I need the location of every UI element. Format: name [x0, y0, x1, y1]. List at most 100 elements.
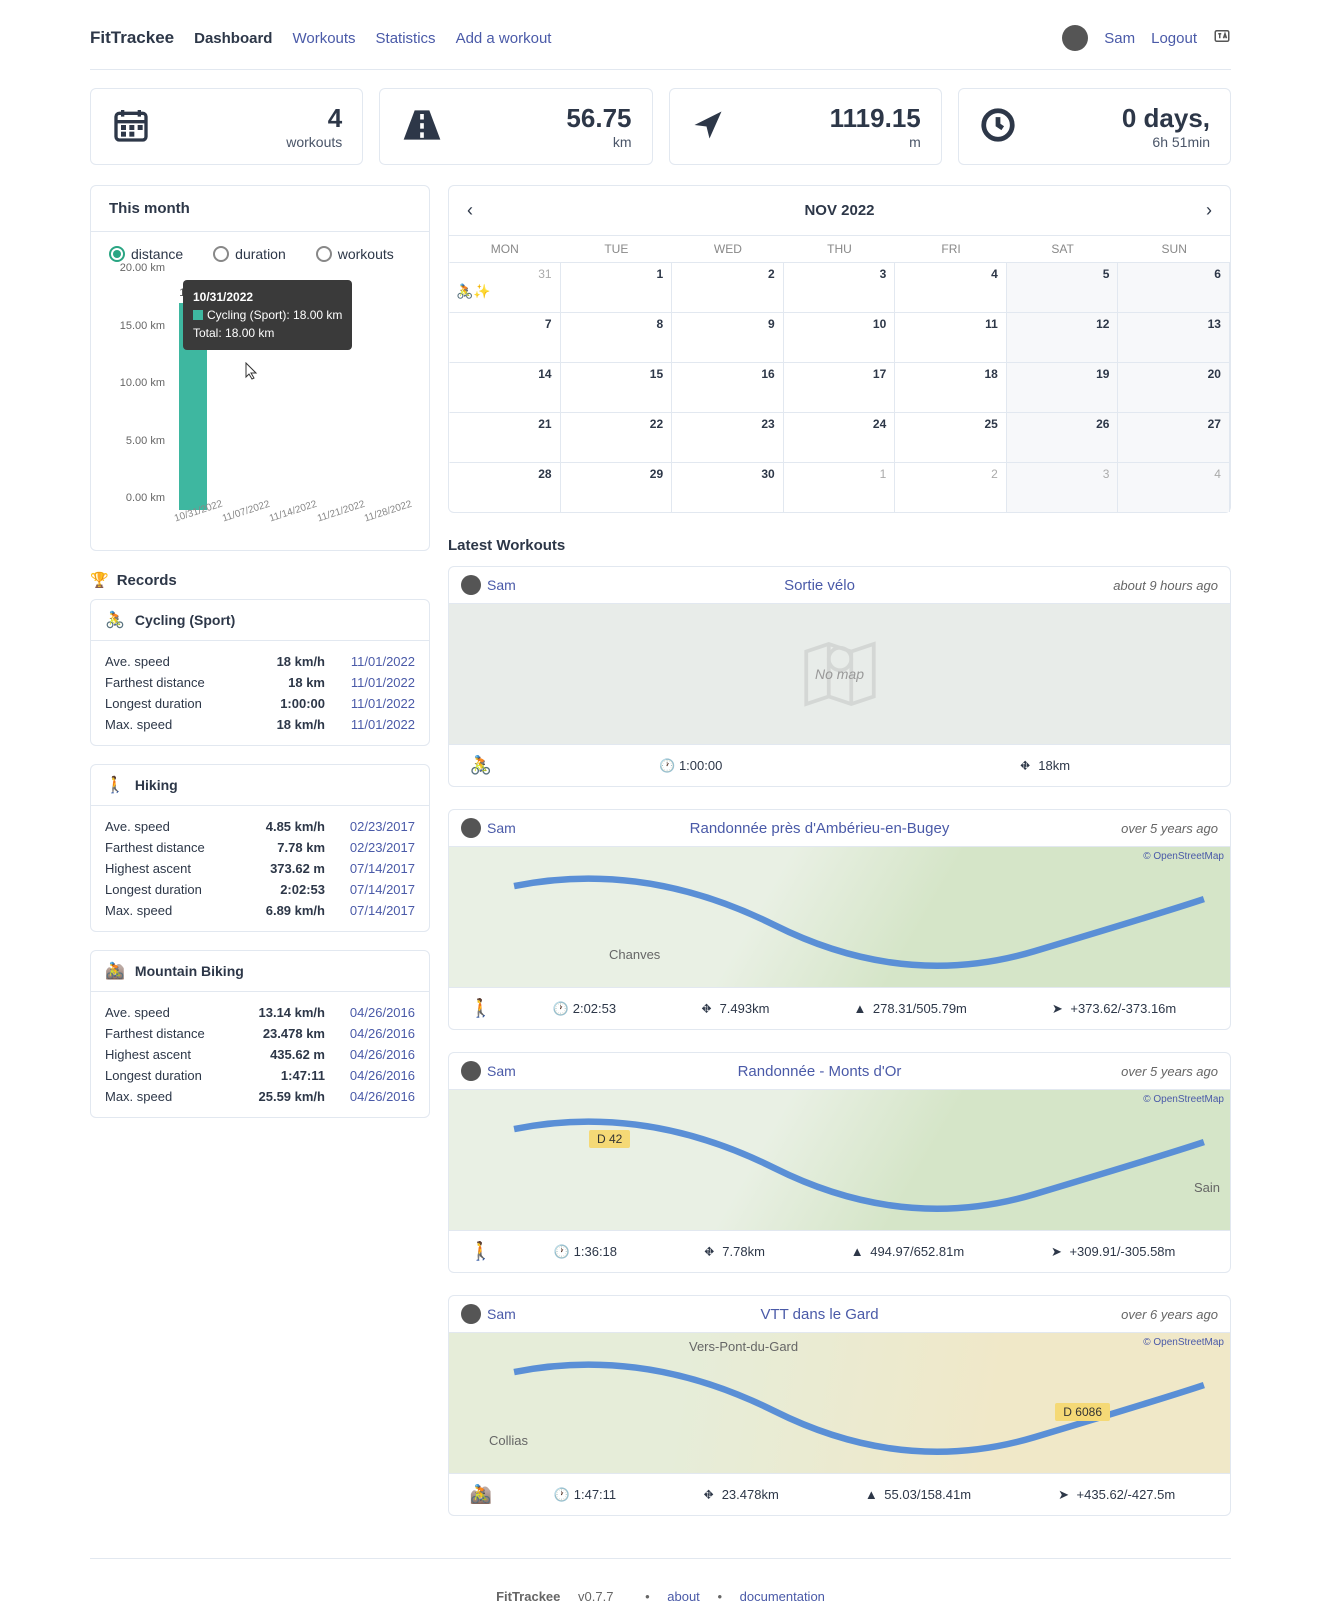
cal-day[interactable]: 18	[895, 362, 1007, 412]
cal-day[interactable]: 6	[1118, 262, 1230, 312]
cal-day[interactable]: 7	[449, 312, 561, 362]
workout-map: No map	[449, 604, 1230, 744]
osm-credit[interactable]: © OpenStreetMap	[1143, 1337, 1224, 1348]
footer-about[interactable]: about	[667, 1589, 700, 1604]
cal-day[interactable]: 1	[784, 462, 896, 512]
clock-icon	[979, 106, 1017, 147]
cal-prev-button[interactable]: ‹	[467, 200, 473, 221]
footer: FitTrackee v0.7.7 • about • documentatio…	[90, 1558, 1231, 1624]
record-date[interactable]: 11/01/2022	[325, 675, 415, 690]
cal-day[interactable]: 13	[1118, 312, 1230, 362]
nav-dashboard[interactable]: Dashboard	[194, 30, 272, 47]
cal-day[interactable]: 25	[895, 412, 1007, 462]
workout-stat: ▲494.97/652.81m	[850, 1244, 964, 1260]
cal-day[interactable]: 15	[561, 362, 673, 412]
avatar	[461, 575, 481, 595]
workout-card[interactable]: Sam Sortie vélo about 9 hours ago No map…	[448, 566, 1231, 787]
cal-day[interactable]: 4	[895, 262, 1007, 312]
record-row: Longest duration1:00:0011/01/2022	[105, 693, 415, 714]
avatar[interactable]	[1062, 25, 1088, 51]
dow: SUN	[1118, 236, 1230, 262]
nav-statistics[interactable]: Statistics	[376, 30, 436, 47]
workout-card[interactable]: Sam VTT dans le Gard over 6 years ago © …	[448, 1295, 1231, 1516]
workout-card[interactable]: Sam Randonnée - Monts d'Or over 5 years …	[448, 1052, 1231, 1273]
workout-map[interactable]: © OpenStreetMap SainD 42	[449, 1090, 1230, 1230]
workout-card[interactable]: Sam Randonnée près d'Ambérieu-en-Bugey o…	[448, 809, 1231, 1030]
workout-map[interactable]: © OpenStreetMap Chanves	[449, 847, 1230, 987]
record-date[interactable]: 04/26/2016	[325, 1047, 415, 1062]
record-date[interactable]: 04/26/2016	[325, 1089, 415, 1104]
cal-day[interactable]: 14	[449, 362, 561, 412]
record-date[interactable]: 04/26/2016	[325, 1026, 415, 1041]
workout-user[interactable]: Sam	[461, 1061, 601, 1081]
cal-day[interactable]: 3	[784, 262, 896, 312]
workout-stat: 🕐1:36:18	[554, 1244, 617, 1260]
cal-day[interactable]: 28	[449, 462, 561, 512]
cal-day[interactable]: 24	[784, 412, 896, 462]
cal-next-button[interactable]: ›	[1206, 200, 1212, 221]
record-row: Max. speed25.59 km/h04/26/2016	[105, 1086, 415, 1107]
record-date[interactable]: 02/23/2017	[325, 819, 415, 834]
record-date[interactable]: 07/14/2017	[325, 882, 415, 897]
workout-title[interactable]: Sortie vélo	[601, 577, 1038, 594]
cal-day[interactable]: 10	[784, 312, 896, 362]
workout-title[interactable]: Randonnée - Monts d'Or	[601, 1063, 1038, 1080]
stats-row: 4 workouts 56.75 km 1119.15 m 0 days, 6h…	[90, 88, 1231, 165]
workout-title[interactable]: VTT dans le Gard	[601, 1306, 1038, 1323]
cal-day[interactable]: 3	[1007, 462, 1119, 512]
record-date[interactable]: 07/14/2017	[325, 903, 415, 918]
record-date[interactable]: 04/26/2016	[325, 1005, 415, 1020]
osm-credit[interactable]: © OpenStreetMap	[1143, 851, 1224, 862]
cal-day[interactable]: 12	[1007, 312, 1119, 362]
cal-day[interactable]: 9	[672, 312, 784, 362]
cal-day[interactable]: 2	[672, 262, 784, 312]
workout-user[interactable]: Sam	[461, 575, 601, 595]
cal-day[interactable]: 22	[561, 412, 673, 462]
user-link[interactable]: Sam	[1104, 30, 1135, 47]
logout-link[interactable]: Logout	[1151, 30, 1197, 47]
cal-day[interactable]: 17	[784, 362, 896, 412]
cal-day[interactable]: 5	[1007, 262, 1119, 312]
cal-day[interactable]: 20	[1118, 362, 1230, 412]
cal-day[interactable]: 27	[1118, 412, 1230, 462]
cal-day[interactable]: 23	[672, 412, 784, 462]
cal-day[interactable]: 4	[1118, 462, 1230, 512]
cal-day[interactable]: 2	[895, 462, 1007, 512]
osm-credit[interactable]: © OpenStreetMap	[1143, 1094, 1224, 1105]
nav-workouts[interactable]: Workouts	[292, 30, 355, 47]
nav-add-a-workout[interactable]: Add a workout	[456, 30, 552, 47]
record-date[interactable]: 02/23/2017	[325, 840, 415, 855]
stat-label: workouts	[286, 134, 342, 150]
cal-day[interactable]: 19	[1007, 362, 1119, 412]
cal-day[interactable]: 31🚴✨	[449, 262, 561, 312]
monthly-title: This month	[91, 186, 429, 232]
cal-day[interactable]: 1	[561, 262, 673, 312]
cursor-icon	[245, 362, 259, 380]
cal-day[interactable]: 29	[561, 462, 673, 512]
cal-day[interactable]: 26	[1007, 412, 1119, 462]
workout-time: over 5 years ago	[1038, 821, 1218, 836]
record-date[interactable]: 11/01/2022	[325, 654, 415, 669]
bike-icon[interactable]: 🚴✨	[456, 283, 491, 300]
radio-duration[interactable]: duration	[213, 246, 286, 262]
cal-day[interactable]: 30	[672, 462, 784, 512]
language-icon[interactable]	[1213, 27, 1231, 49]
workout-stat: ⛖7.493km	[700, 1001, 770, 1017]
record-date[interactable]: 04/26/2016	[325, 1068, 415, 1083]
workout-map[interactable]: © OpenStreetMap ColliasVers-Pont-du-Gard…	[449, 1333, 1230, 1473]
cal-day[interactable]: 21	[449, 412, 561, 462]
cal-day[interactable]: 8	[561, 312, 673, 362]
workout-user[interactable]: Sam	[461, 1304, 601, 1324]
workout-stat: ⛖7.78km	[702, 1244, 765, 1260]
radio-distance[interactable]: distance	[109, 246, 183, 262]
workout-title[interactable]: Randonnée près d'Ambérieu-en-Bugey	[601, 820, 1038, 837]
brand[interactable]: FitTrackee	[90, 28, 174, 48]
workout-user[interactable]: Sam	[461, 818, 601, 838]
record-date[interactable]: 11/01/2022	[325, 696, 415, 711]
record-date[interactable]: 11/01/2022	[325, 717, 415, 732]
cal-day[interactable]: 11	[895, 312, 1007, 362]
footer-docs[interactable]: documentation	[740, 1589, 825, 1604]
record-date[interactable]: 07/14/2017	[325, 861, 415, 876]
radio-workouts[interactable]: workouts	[316, 246, 394, 262]
cal-day[interactable]: 16	[672, 362, 784, 412]
